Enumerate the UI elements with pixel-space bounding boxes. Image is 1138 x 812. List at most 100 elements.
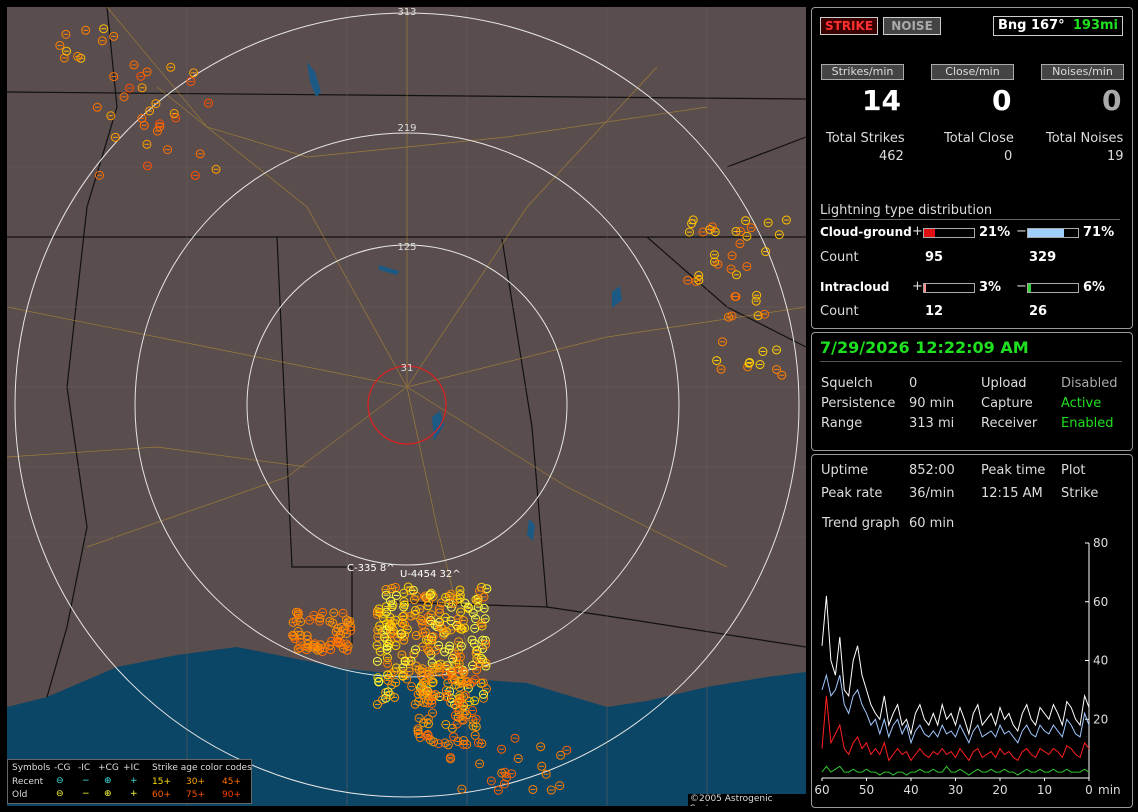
persistence-value[interactable]: 90 min: [909, 396, 954, 411]
copyright: ©2005 Astrogenic Systems: [688, 794, 806, 806]
legend-col-neg-ic: -IC: [78, 763, 91, 773]
legend-age-75: 75+: [186, 790, 205, 800]
legend-age-45: 45+: [222, 777, 241, 787]
legend-old-label: Old: [12, 790, 28, 800]
cg-positive-percent: 21%: [979, 225, 1011, 240]
bearing-value: Bng 167°: [998, 18, 1065, 33]
trend-x-tick-label: 0: [1085, 783, 1093, 797]
strikes-per-min-value: 14: [862, 84, 901, 117]
range-label-125: 125: [397, 242, 416, 253]
ic-positive-bar: [923, 283, 975, 293]
noise-button[interactable]: NOISE: [883, 17, 941, 35]
trend-x-tick-label: 60: [814, 783, 829, 797]
trend-x-tick-label: 10: [1037, 783, 1052, 797]
total-noises-label: Total Noises: [1046, 131, 1124, 146]
trend-y-tick-label: 80: [1093, 536, 1108, 550]
legend-age-30: 30+: [186, 777, 205, 787]
legend-col-pos-ic: +IC: [123, 763, 140, 773]
cg-negative-percent: 71%: [1083, 225, 1115, 240]
legend-recent-label: Recent: [12, 777, 44, 787]
map-legend: Symbols -CG -IC +CG +IC Strike age color…: [7, 759, 252, 804]
peak-rate-value: 36/min: [909, 486, 955, 501]
trend-x-tick-label: 20: [992, 783, 1007, 797]
cg-negative-count: 329: [1029, 250, 1057, 265]
intracloud-label: Intracloud: [820, 280, 890, 294]
peak-time-label: Peak time: [981, 463, 1046, 478]
legend-old-neg-ic-icon: −: [82, 789, 90, 799]
storm-label-u[interactable]: U-4454 32^: [400, 569, 461, 580]
cg-negative-bar: [1027, 228, 1079, 238]
legend-col-neg-cg: -CG: [54, 763, 71, 773]
legend-recent-neg-ic-icon: −: [82, 776, 90, 786]
persistence-label: Persistence: [821, 396, 896, 411]
storm-label-c[interactable]: C-335 8^: [347, 563, 395, 574]
cg-positive-count: 95: [925, 250, 944, 265]
ic-negative-percent: 6%: [1083, 280, 1106, 295]
plot-value[interactable]: Strike: [1061, 486, 1098, 501]
distribution-title: Lightning type distribution: [820, 203, 993, 218]
ic-count-label: Count: [820, 304, 859, 319]
ic-plus-sign: +: [912, 279, 923, 294]
uptime-label: Uptime: [821, 463, 869, 478]
cg-count-label: Count: [820, 250, 859, 265]
range-value[interactable]: 313 mi: [909, 416, 954, 431]
strike-button[interactable]: STRIKE: [820, 17, 878, 35]
range-label-219: 219: [397, 123, 416, 134]
noises-per-min-value: 0: [1102, 84, 1122, 117]
legend-old-pos-ic-icon: +: [130, 789, 138, 799]
strikes-per-min-label[interactable]: Strikes/min: [821, 64, 904, 80]
trend-y-tick-label: 60: [1093, 595, 1108, 609]
legend-old-neg-cg-icon: ⊖: [56, 789, 64, 799]
total-noises-value: 19: [1107, 149, 1124, 164]
squelch-value[interactable]: 0: [909, 376, 917, 391]
noises-per-min-label[interactable]: Noises/min: [1041, 64, 1124, 80]
ic-minus-sign: −: [1016, 279, 1027, 294]
total-close-label: Total Close: [944, 131, 1014, 146]
current-datetime: 7/29/2026 12:22:09 AM: [820, 338, 1029, 357]
trend-y-tick-label: 20: [1093, 712, 1108, 726]
legend-recent-pos-cg-icon: ⊕: [104, 776, 112, 786]
trend-graph: 80 60 40 20 60 50 40 30 20 10 0 min: [814, 536, 1120, 797]
capture-label: Capture: [981, 396, 1033, 411]
receiver-value[interactable]: Enabled: [1061, 416, 1114, 431]
trend-y-tick-label: 40: [1093, 654, 1108, 668]
upload-value[interactable]: Disabled: [1061, 376, 1117, 391]
close-per-min-value: 0: [992, 84, 1012, 117]
receiver-label: Receiver: [981, 416, 1038, 431]
map-canvas: 313 219 125 31 C-335 8^ U-4454 32^: [7, 7, 806, 806]
trend-graph-label: Trend graph: [822, 516, 900, 531]
uptime-value: 852:00: [909, 463, 955, 478]
legend-age-15: 15+: [152, 777, 171, 787]
legend-age-90: 90+: [222, 790, 241, 800]
cg-plus-sign: +: [912, 224, 923, 239]
distribution-divider: [820, 219, 1120, 220]
ic-positive-count: 12: [925, 304, 944, 319]
ic-negative-bar: [1027, 283, 1079, 293]
legend-old-pos-cg-icon: ⊕: [104, 789, 112, 799]
trend-lines: [821, 595, 1090, 776]
range-label: Range: [821, 416, 863, 431]
strike-status-panel: STRIKE NOISE Bng 167° 193mi Strikes/min …: [811, 7, 1133, 329]
trend-x-tick-label: 40: [903, 783, 918, 797]
settings-divider: [820, 361, 1122, 362]
upload-label: Upload: [981, 376, 1027, 391]
peak-time-value: 12:15 AM: [981, 486, 1043, 501]
close-per-min-label[interactable]: Close/min: [931, 64, 1014, 80]
distance-value: 193mi: [1072, 18, 1118, 33]
settings-panel: 7/29/2026 12:22:09 AM Squelch 0 Upload D…: [811, 332, 1133, 451]
trend-x-tick-label: 30: [948, 783, 963, 797]
peak-rate-label: Peak rate: [821, 486, 883, 501]
legend-recent-neg-cg-icon: ⊖: [56, 776, 64, 786]
trend-x-tick-label: 50: [859, 783, 874, 797]
legend-col-pos-cg: +CG: [98, 763, 119, 773]
range-label-31: 31: [401, 363, 414, 374]
total-strikes-value: 462: [879, 149, 904, 164]
total-strikes-label: Total Strikes: [826, 131, 905, 146]
total-close-value: 0: [1004, 149, 1013, 164]
trend-series-line: [821, 765, 1090, 776]
squelch-label: Squelch: [821, 376, 873, 391]
capture-value[interactable]: Active: [1061, 396, 1101, 411]
trend-graph-value[interactable]: 60 min: [909, 516, 954, 531]
strike-map[interactable]: 313 219 125 31 C-335 8^ U-4454 32^ Symbo…: [7, 7, 806, 806]
legend-age-title: Strike age color codes: [152, 763, 252, 773]
